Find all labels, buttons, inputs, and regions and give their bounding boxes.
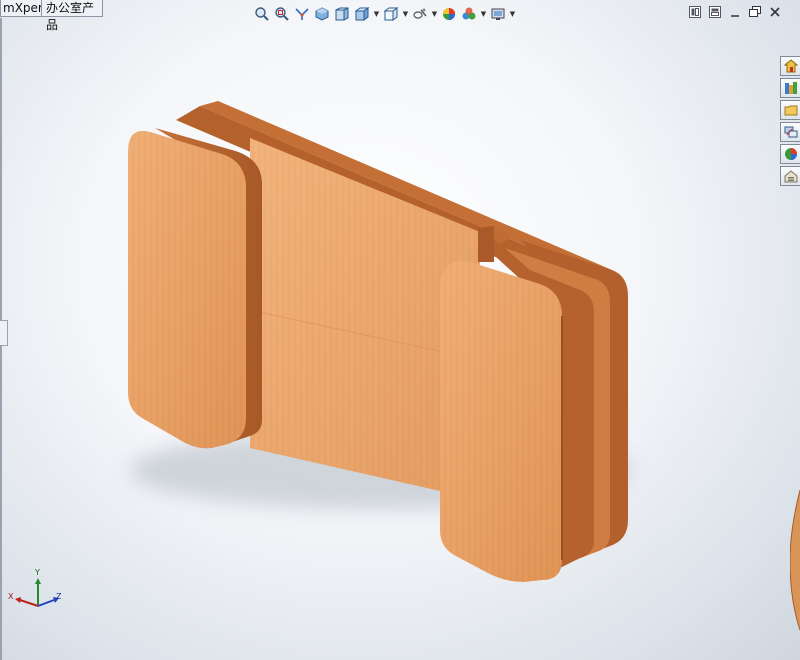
hide-show-items-icon[interactable] [382,5,400,23]
restore-icon[interactable] [708,5,722,19]
file-explorer-icon[interactable] [780,100,800,120]
appearances-scenes-icon[interactable] [780,144,800,164]
monitor-settings-dropdown-icon[interactable]: ▼ [509,5,516,23]
minimize-icon[interactable] [728,5,742,19]
tab-mxpert[interactable]: mXpert [0,0,42,17]
edit-appearance-dropdown-icon[interactable]: ▼ [431,5,438,23]
hide-show-dropdown-icon[interactable]: ▼ [402,5,409,23]
triad-x-label: X [8,592,14,601]
previous-view-icon[interactable] [293,5,311,23]
view-settings-icon[interactable] [460,5,478,23]
view-settings-dropdown-icon[interactable]: ▼ [480,5,487,23]
monitor-settings-icon[interactable] [489,5,507,23]
document-tabs: mXpert 办公室产品 [0,0,103,32]
display-style-icon[interactable] [353,5,371,23]
restore-window-icon[interactable] [748,5,762,19]
section-view-icon[interactable] [313,5,331,23]
view-palette-icon[interactable] [780,122,800,142]
edit-appearance-icon[interactable] [411,5,429,23]
zoom-to-area-icon[interactable] [273,5,291,23]
panel-collapse-handle[interactable] [0,320,8,346]
graphics-viewport[interactable] [0,0,800,660]
heads-up-view-toolbar: ▼ ▼ ▼ ▼ ▼ [253,5,516,23]
display-style-dropdown-icon[interactable]: ▼ [373,5,380,23]
triad-z-label: Z [56,592,62,601]
close-icon[interactable] [768,5,782,19]
view-orientation-icon[interactable] [333,5,351,23]
tile-icon[interactable] [688,5,702,19]
solidworks-resources-icon[interactable] [780,56,800,76]
apply-scene-icon[interactable] [440,5,458,23]
tab-office-products[interactable]: 办公室产品 [41,0,103,32]
window-controls [688,5,782,19]
reference-triad: Y X Z [8,568,68,616]
triad-y-label: Y [35,568,40,577]
custom-properties-icon[interactable] [780,166,800,186]
zoom-to-fit-icon[interactable] [253,5,271,23]
partial-model-edge [790,490,800,630]
slot [478,226,494,262]
task-pane-tabs [780,56,800,186]
design-library-icon[interactable] [780,78,800,98]
